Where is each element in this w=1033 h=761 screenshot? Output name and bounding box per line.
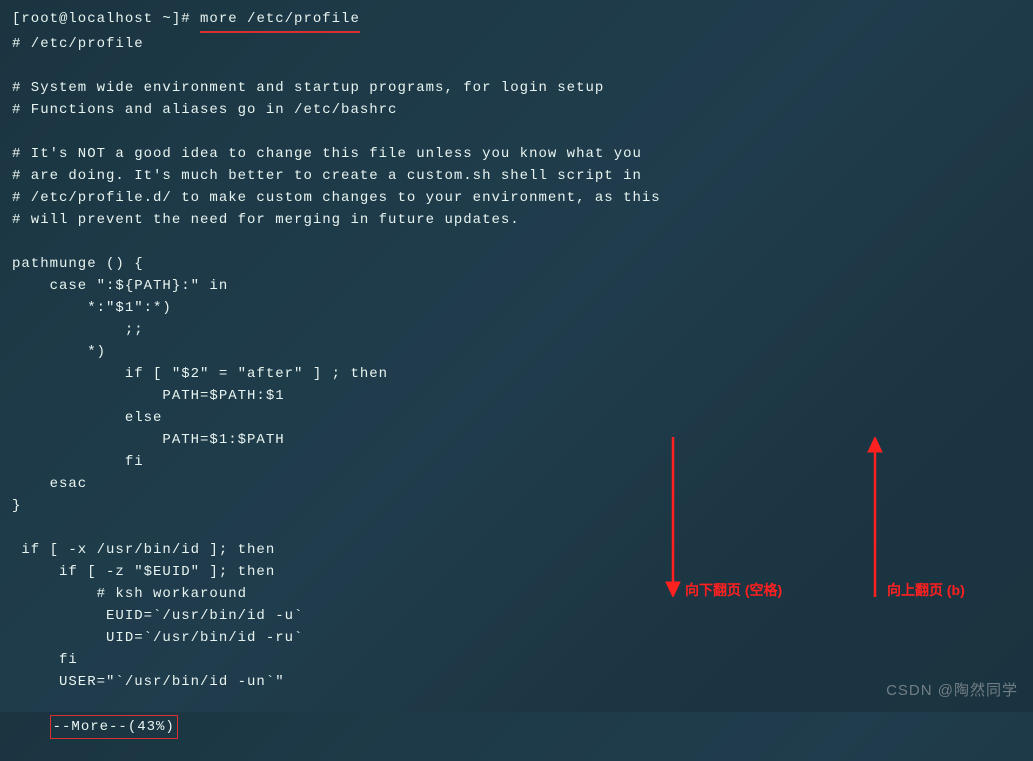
file-line: # /etc/profile [12, 33, 1021, 55]
file-line [12, 231, 1021, 253]
page-up-label: 向上翻页 (b) [887, 580, 965, 600]
command-line: [root@localhost ~]# more /etc/profile [12, 8, 1021, 33]
file-line: fi [12, 649, 1021, 671]
file-line [12, 121, 1021, 143]
file-line: PATH=$PATH:$1 [12, 385, 1021, 407]
file-line: if [ "$2" = "after" ] ; then [12, 363, 1021, 385]
file-line: EUID=`/usr/bin/id -u` [12, 605, 1021, 627]
watermark: CSDN @陶然同学 [886, 679, 1018, 700]
file-line: # are doing. It's much better to create … [12, 165, 1021, 187]
file-line: # System wide environment and startup pr… [12, 77, 1021, 99]
file-line: USER="`/usr/bin/id -un`" [12, 671, 1021, 693]
file-line: *:"$1":*) [12, 297, 1021, 319]
page-down-label: 向下翻页 (空格) [685, 580, 782, 600]
file-line: # It's NOT a good idea to change this fi… [12, 143, 1021, 165]
terminal-output: [root@localhost ~]# more /etc/profile # … [12, 8, 1021, 761]
arrow-down-annotation [663, 437, 683, 602]
file-line: ;; [12, 319, 1021, 341]
file-line: # /etc/profile.d/ to make custom changes… [12, 187, 1021, 209]
file-line: pathmunge () { [12, 253, 1021, 275]
file-line: *) [12, 341, 1021, 363]
command-text: more /etc/profile [200, 8, 360, 33]
shell-prompt: [root@localhost ~]# [12, 8, 200, 30]
arrow-up-annotation [865, 437, 885, 602]
arrow-up-icon [865, 437, 885, 597]
more-status-line[interactable]: --More--(43%) [12, 693, 1021, 761]
file-line: # Functions and aliases go in /etc/bashr… [12, 99, 1021, 121]
file-line: # will prevent the need for merging in f… [12, 209, 1021, 231]
file-line: else [12, 407, 1021, 429]
file-line [12, 55, 1021, 77]
arrow-down-icon [663, 437, 683, 597]
file-line: UID=`/usr/bin/id -ru` [12, 627, 1021, 649]
file-line: case ":${PATH}:" in [12, 275, 1021, 297]
more-status: --More--(43%) [50, 715, 178, 739]
